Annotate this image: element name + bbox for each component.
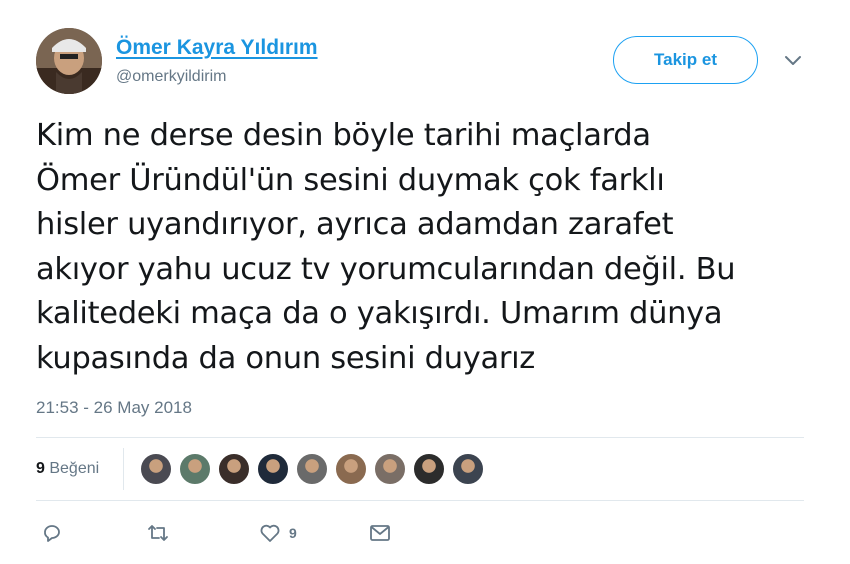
chevron-down-icon[interactable] (783, 54, 803, 68)
liker-avatar[interactable] (218, 453, 250, 485)
user-handle[interactable]: @omerkyildirim (116, 68, 226, 86)
divider (36, 437, 804, 438)
liker-avatar[interactable] (140, 453, 172, 485)
user-avatar[interactable] (36, 28, 102, 94)
liker-avatar[interactable] (296, 453, 328, 485)
likes-count: 9 (36, 460, 45, 477)
display-name[interactable]: Ömer Kayra Yıldırım (116, 36, 318, 60)
retweet-button[interactable] (146, 520, 170, 546)
liker-avatar[interactable] (335, 453, 367, 485)
liker-avatar[interactable] (257, 453, 289, 485)
reply-icon (44, 525, 60, 542)
liker-avatar[interactable] (413, 453, 445, 485)
follow-button[interactable]: Takip et (613, 36, 758, 84)
tweet-timestamp[interactable]: 21:53 - 26 May 2018 (36, 398, 192, 418)
liker-avatar[interactable] (374, 453, 406, 485)
retweet-icon (148, 525, 168, 541)
liker-avatar[interactable] (179, 453, 211, 485)
like-button[interactable]: 9 (258, 520, 297, 546)
heart-icon (260, 524, 280, 542)
likes-stat[interactable]: 9 Beğeni (36, 460, 99, 478)
tweet-text: Kim ne derse desin böyle tarihi maçlarda… (36, 118, 736, 376)
direct-message-button[interactable] (368, 520, 392, 546)
liker-avatar[interactable] (452, 453, 484, 485)
divider (36, 500, 804, 501)
divider (123, 448, 124, 490)
likes-label: Beğeni (49, 460, 100, 477)
reply-button[interactable] (40, 520, 64, 546)
like-count: 9 (289, 525, 297, 541)
envelope-icon (370, 525, 390, 541)
liker-avatars (140, 453, 491, 485)
